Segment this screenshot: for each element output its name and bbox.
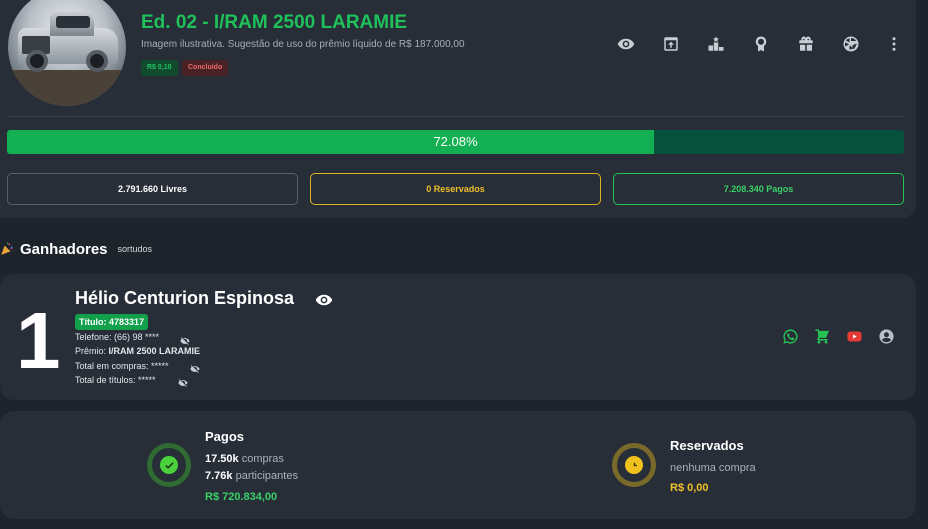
raffle-card: Ed. 02 - I/RAM 2500 LARAMIE Imagem ilust…	[0, 0, 916, 218]
eye-icon[interactable]	[315, 291, 335, 307]
paid-purchases: 17.50k compras	[205, 453, 284, 465]
reserved-tickets-button[interactable]: 0 Reservados	[310, 173, 601, 205]
confetti-icon	[1, 242, 13, 255]
clock-icon	[625, 456, 643, 474]
winner-total-purchases: Total em compras: *****	[75, 361, 169, 371]
divider	[7, 116, 904, 117]
cart-icon[interactable]	[814, 328, 832, 346]
prize-label: Prêmio:	[75, 346, 107, 356]
award-icon[interactable]	[751, 34, 771, 54]
winner-total-titles: Total de títulos: *****	[75, 375, 156, 385]
reserved-amount: R$ 0,00	[670, 482, 709, 494]
progress-bar: 72.08%	[7, 130, 904, 154]
gift-icon[interactable]	[796, 34, 816, 54]
ticket-badge: Título: 4783317	[75, 314, 149, 330]
raffle-subtitle: Imagem ilustrativa. Sugestão de uso do p…	[141, 39, 465, 50]
progress-label: 72.08%	[433, 134, 478, 149]
paid-purchases-value: 17.50k	[205, 453, 239, 465]
winner-phone: Telefone: (66) 98 ****	[75, 332, 160, 342]
eye-off-icon[interactable]	[178, 375, 189, 387]
paid-participants-label: participantes	[235, 470, 298, 482]
reserved-title: Reservados	[670, 438, 744, 453]
check-icon	[160, 456, 178, 474]
paid-status-ring	[147, 443, 191, 487]
youtube-icon[interactable]	[846, 328, 864, 346]
summary-card: Pagos 17.50k compras 7.76k participantes…	[0, 411, 916, 519]
raffle-image[interactable]	[8, 0, 126, 106]
paid-amount: R$ 720.834,00	[205, 491, 278, 503]
free-tickets-button[interactable]: 2.791.660 Livres	[7, 173, 298, 205]
winners-subtitle: sortudos	[117, 244, 153, 254]
winner-name: Hélio Centurion Espinosa	[75, 288, 295, 308]
price-badge: R$ 0,10	[141, 60, 178, 76]
winners-title: Ganhadores	[20, 240, 108, 258]
podium-icon[interactable]	[706, 34, 726, 54]
paid-purchases-label: compras	[241, 453, 284, 465]
reserved-line: nenhuma compra	[670, 462, 756, 474]
user-icon[interactable]	[878, 328, 896, 346]
winner-card: 1 Hélio Centurion Espinosa Título: 47833…	[0, 274, 916, 400]
eye-icon[interactable]	[616, 34, 636, 54]
paid-title: Pagos	[205, 429, 245, 444]
winner-prize: Prêmio: I/RAM 2500 LARAMIE	[75, 346, 200, 356]
raffle-title: Ed. 02 - I/RAM 2500 LARAMIE	[141, 12, 408, 33]
share-icon[interactable]	[661, 34, 681, 54]
wheel-icon[interactable]	[841, 34, 861, 54]
eye-off-icon[interactable]	[180, 333, 191, 345]
winners-header: Ganhadores sortudos	[0, 239, 152, 259]
paid-participants-value: 7.76k	[205, 470, 233, 482]
prize-value: I/RAM 2500 LARAMIE	[108, 346, 201, 356]
paid-tickets-button[interactable]: 7.208.340 Pagos	[613, 173, 904, 205]
more-vert-icon[interactable]	[884, 34, 904, 54]
reserved-status-ring	[612, 443, 656, 487]
winner-rank: 1	[16, 296, 61, 385]
whatsapp-icon[interactable]	[782, 328, 800, 346]
status-badge: Concluído	[182, 60, 229, 76]
paid-participants: 7.76k participantes	[205, 470, 298, 482]
eye-off-icon[interactable]	[190, 361, 201, 373]
